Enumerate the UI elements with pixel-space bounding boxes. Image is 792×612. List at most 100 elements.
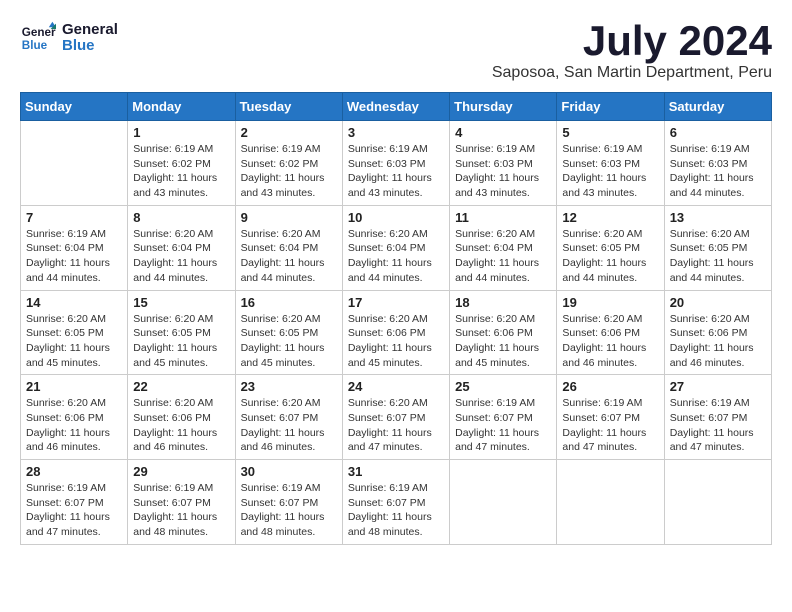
day-number: 4	[455, 125, 551, 140]
page-header: General Blue General Blue July 2024 Sapo…	[20, 20, 772, 82]
weekday-header-wednesday: Wednesday	[342, 93, 449, 121]
day-info: Sunrise: 6:20 AM Sunset: 6:05 PM Dayligh…	[670, 227, 766, 286]
calendar-cell: 5 Sunrise: 6:19 AM Sunset: 6:03 PM Daylig…	[557, 121, 664, 206]
day-info: Sunrise: 6:19 AM Sunset: 6:03 PM Dayligh…	[562, 142, 658, 201]
weekday-header-saturday: Saturday	[664, 93, 771, 121]
day-info: Sunrise: 6:20 AM Sunset: 6:05 PM Dayligh…	[241, 312, 337, 371]
calendar-cell: 11 Sunrise: 6:20 AM Sunset: 6:04 PM Dayli…	[450, 205, 557, 290]
day-number: 24	[348, 379, 444, 394]
day-number: 21	[26, 379, 122, 394]
calendar-cell: 8Sunrise: 6:20 AM Sunset: 6:04 PM Daylig…	[128, 205, 235, 290]
day-number: 12	[562, 210, 658, 225]
day-info: Sunrise: 6:19 AM Sunset: 6:07 PM Dayligh…	[670, 396, 766, 455]
day-info: Sunrise: 6:20 AM Sunset: 6:06 PM Dayligh…	[670, 312, 766, 371]
day-number: 17	[348, 295, 444, 310]
day-info: Sunrise: 6:19 AM Sunset: 6:03 PM Dayligh…	[348, 142, 444, 201]
calendar-cell: 31Sunrise: 6:19 AM Sunset: 6:07 PM Dayli…	[342, 460, 449, 545]
weekday-header-friday: Friday	[557, 93, 664, 121]
calendar-cell: 28Sunrise: 6:19 AM Sunset: 6:07 PM Dayli…	[21, 460, 128, 545]
calendar-cell: 9 Sunrise: 6:20 AM Sunset: 6:04 PM Daylig…	[235, 205, 342, 290]
day-number: 10	[348, 210, 444, 225]
calendar-header-row: SundayMondayTuesdayWednesdayThursdayFrid…	[21, 93, 772, 121]
day-number: 3	[348, 125, 444, 140]
calendar-cell: 30 Sunrise: 6:19 AM Sunset: 6:07 PM Dayli…	[235, 460, 342, 545]
calendar-cell	[21, 121, 128, 206]
calendar-cell: 7 Sunrise: 6:19 AM Sunset: 6:04 PM Daylig…	[21, 205, 128, 290]
location-title: Saposoa, San Martin Department, Peru	[492, 64, 772, 82]
calendar-cell: 24 Sunrise: 6:20 AM Sunset: 6:07 PM Dayli…	[342, 375, 449, 460]
day-number: 31	[348, 464, 444, 479]
day-info: Sunrise: 6:20 AM Sunset: 6:07 PM Dayligh…	[241, 396, 337, 455]
day-info: Sunrise: 6:19 AM Sunset: 6:03 PM Dayligh…	[455, 142, 551, 201]
calendar-cell: 1Sunrise: 6:19 AM Sunset: 6:02 PM Daylig…	[128, 121, 235, 206]
day-number: 27	[670, 379, 766, 394]
day-number: 23	[241, 379, 337, 394]
calendar-cell: 25 Sunrise: 6:19 AM Sunset: 6:07 PM Dayli…	[450, 375, 557, 460]
day-number: 30	[241, 464, 337, 479]
calendar-week-row: 28 Sunrise: 6:19 AM Sunset: 6:07 PM Dayli…	[21, 460, 772, 545]
calendar-cell: 2 Sunrise: 6:19 AM Sunset: 6:02 PM Daylig…	[235, 121, 342, 206]
title-block: July 2024 Saposoa, San Martin Department…	[492, 20, 772, 82]
weekday-header-sunday: Sunday	[21, 93, 128, 121]
day-info: Sunrise: 6:20 AM Sunset: 6:06 PM Dayligh…	[455, 312, 551, 371]
calendar-week-row: 1 Sunrise: 6:19 AM Sunset: 6:02 PM Daylig…	[21, 121, 772, 206]
day-number: 14	[26, 295, 122, 310]
calendar-cell: 12 Sunrise: 6:20 AM Sunset: 6:05 PM Dayli…	[557, 205, 664, 290]
day-info: Sunrise: 6:20 AM Sunset: 6:06 PM Dayligh…	[26, 396, 122, 455]
day-number: 22	[133, 379, 229, 394]
calendar-cell: 29Sunrise: 6:19 AM Sunset: 6:07 PM Dayli…	[128, 460, 235, 545]
day-info: Sunrise: 6:20 AM Sunset: 6:06 PM Dayligh…	[562, 312, 658, 371]
logo-text-general: General	[62, 22, 118, 39]
day-info: Sunrise: 6:19 AM Sunset: 6:02 PM Dayligh…	[241, 142, 337, 201]
calendar-cell	[450, 460, 557, 545]
logo: General Blue General Blue	[20, 20, 118, 56]
calendar-table: SundayMondayTuesdayWednesdayThursdayFrid…	[20, 92, 772, 545]
day-number: 1	[133, 125, 229, 140]
svg-text:General: General	[22, 26, 56, 39]
day-info: Sunrise: 6:20 AM Sunset: 6:04 PM Dayligh…	[348, 227, 444, 286]
day-number: 16	[241, 295, 337, 310]
day-number: 5	[562, 125, 658, 140]
weekday-header-monday: Monday	[128, 93, 235, 121]
day-info: Sunrise: 6:19 AM Sunset: 6:07 PM Dayligh…	[455, 396, 551, 455]
weekday-header-tuesday: Tuesday	[235, 93, 342, 121]
day-info: Sunrise: 6:20 AM Sunset: 6:07 PM Dayligh…	[348, 396, 444, 455]
calendar-cell: 13 Sunrise: 6:20 AM Sunset: 6:05 PM Dayli…	[664, 205, 771, 290]
calendar-cell: 4 Sunrise: 6:19 AM Sunset: 6:03 PM Daylig…	[450, 121, 557, 206]
day-number: 7	[26, 210, 122, 225]
day-info: Sunrise: 6:20 AM Sunset: 6:06 PM Dayligh…	[348, 312, 444, 371]
day-info: Sunrise: 6:20 AM Sunset: 6:04 PM Dayligh…	[455, 227, 551, 286]
calendar-cell: 10 Sunrise: 6:20 AM Sunset: 6:04 PM Dayli…	[342, 205, 449, 290]
day-info: Sunrise: 6:20 AM Sunset: 6:05 PM Dayligh…	[562, 227, 658, 286]
day-info: Sunrise: 6:19 AM Sunset: 6:03 PM Dayligh…	[670, 142, 766, 201]
day-number: 13	[670, 210, 766, 225]
day-number: 8	[133, 210, 229, 225]
day-number: 19	[562, 295, 658, 310]
day-number: 26	[562, 379, 658, 394]
day-info: Sunrise: 6:19 AM Sunset: 6:07 PM Dayligh…	[562, 396, 658, 455]
calendar-cell: 15 Sunrise: 6:20 AM Sunset: 6:05 PM Dayli…	[128, 290, 235, 375]
day-number: 15	[133, 295, 229, 310]
calendar-cell: 26 Sunrise: 6:19 AM Sunset: 6:07 PM Dayli…	[557, 375, 664, 460]
day-info: Sunrise: 6:20 AM Sunset: 6:04 PM Dayligh…	[241, 227, 337, 286]
day-info: Sunrise: 6:19 AM Sunset: 6:04 PM Dayligh…	[26, 227, 122, 286]
calendar-cell: 23 Sunrise: 6:20 AM Sunset: 6:07 PM Dayli…	[235, 375, 342, 460]
calendar-cell	[664, 460, 771, 545]
day-number: 28	[26, 464, 122, 479]
day-number: 6	[670, 125, 766, 140]
day-number: 11	[455, 210, 551, 225]
day-number: 2	[241, 125, 337, 140]
svg-text:Blue: Blue	[22, 39, 48, 52]
day-number: 25	[455, 379, 551, 394]
day-number: 9	[241, 210, 337, 225]
calendar-cell: 22Sunrise: 6:20 AM Sunset: 6:06 PM Dayli…	[128, 375, 235, 460]
calendar-week-row: 14 Sunrise: 6:20 AM Sunset: 6:05 PM Dayli…	[21, 290, 772, 375]
day-info: Sunrise: 6:19 AM Sunset: 6:07 PM Dayligh…	[133, 481, 229, 540]
calendar-cell: 17 Sunrise: 6:20 AM Sunset: 6:06 PM Dayli…	[342, 290, 449, 375]
day-info: Sunrise: 6:20 AM Sunset: 6:05 PM Dayligh…	[133, 312, 229, 371]
day-info: Sunrise: 6:19 AM Sunset: 6:07 PM Dayligh…	[241, 481, 337, 540]
calendar-cell: 6 Sunrise: 6:19 AM Sunset: 6:03 PM Daylig…	[664, 121, 771, 206]
logo-text-blue: Blue	[62, 38, 118, 55]
day-number: 20	[670, 295, 766, 310]
weekday-header-thursday: Thursday	[450, 93, 557, 121]
